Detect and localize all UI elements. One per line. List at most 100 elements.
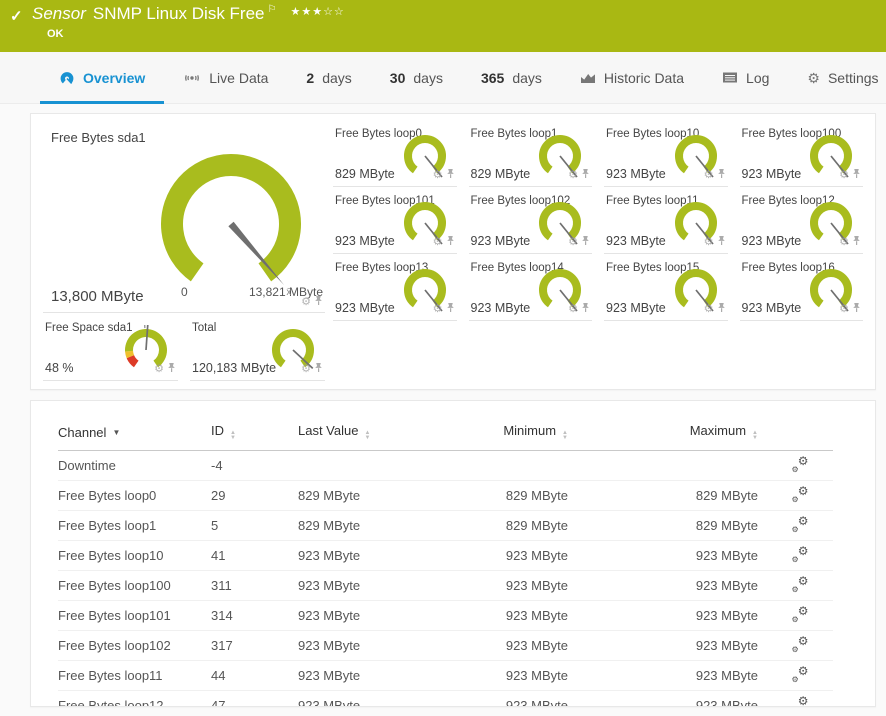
table-row: Downtime-4⚙⚙ [58, 451, 833, 481]
tab-overview[interactable]: Overview [40, 52, 164, 103]
cell-id: 47 [211, 691, 298, 708]
channel-gauge-cell[interactable]: Free Bytes loop1829 MByte⚙ [469, 122, 593, 187]
gauge-value: 923 MByte [471, 301, 531, 315]
gear-icon[interactable]: ⚙ [704, 237, 714, 248]
pin-icon[interactable] [852, 166, 861, 184]
channel-settings-gears-icon[interactable]: ⚙⚙ [793, 487, 809, 501]
gear-icon[interactable]: ⚙ [154, 364, 164, 375]
channel-settings-gears-icon[interactable]: ⚙⚙ [793, 697, 809, 707]
gear-icon[interactable]: ⚙ [839, 237, 849, 248]
cell-actions: ⚙⚙ [768, 691, 833, 708]
cell-max: 829 MByte [578, 511, 768, 541]
channel-settings-gears-icon[interactable]: ⚙⚙ [793, 517, 809, 531]
channel-settings-gears-icon[interactable]: ⚙⚙ [793, 457, 809, 471]
pin-icon[interactable] [717, 300, 726, 318]
channel-settings-gears-icon[interactable]: ⚙⚙ [793, 607, 809, 621]
table-row: Free Bytes loop100311923 MByte923 MByte9… [58, 571, 833, 601]
gear-icon[interactable]: ⚙ [839, 304, 849, 315]
gear-icon[interactable]: ⚙ [301, 364, 311, 375]
pin-icon[interactable] [581, 166, 590, 184]
tab-live-data[interactable]: Live Data [164, 52, 287, 103]
tab-label: Live Data [209, 70, 268, 86]
table-row: Free Bytes loop15829 MByte829 MByte829 M… [58, 511, 833, 541]
sort-desc-icon: ▼ [112, 428, 120, 437]
cell-max: 923 MByte [578, 601, 768, 631]
channel-gauge-cell[interactable]: Free Bytes loop0829 MByte⚙ [333, 122, 457, 187]
tab-historic-data[interactable]: Historic Data [561, 52, 703, 103]
channel-settings-gears-icon[interactable]: ⚙⚙ [793, 667, 809, 681]
gauge-value: 829 MByte [335, 167, 395, 181]
channel-gauge-cell[interactable]: Free Bytes loop14923 MByte⚙ [469, 256, 593, 321]
priority-stars[interactable]: ★★★☆☆ [290, 6, 344, 18]
gauge-value: 923 MByte [335, 234, 395, 248]
tab-log[interactable]: Log [703, 52, 788, 103]
cell-actions: ⚙ [568, 233, 590, 251]
channel-gauge-cell[interactable]: Free Bytes loop16923 MByte⚙ [740, 256, 864, 321]
pin-icon[interactable] [717, 166, 726, 184]
channel-gauge-cell[interactable]: Free Bytes loop12923 MByte⚙ [740, 189, 864, 254]
tab-365-days[interactable]: 365days [462, 52, 561, 103]
cell-actions: ⚙ [154, 360, 176, 378]
cell-actions: ⚙⚙ [768, 541, 833, 571]
page-title: SNMP Linux Disk Free [93, 4, 265, 23]
gauge-value: 923 MByte [335, 301, 395, 315]
cell-last: 923 MByte [298, 541, 428, 571]
channel-gauge-cell[interactable]: Free Bytes loop15923 MByte⚙ [604, 256, 728, 321]
pin-icon[interactable] [446, 166, 455, 184]
tab-settings[interactable]: ⚙Settings [788, 52, 886, 103]
channel-gauge-cell[interactable]: Free Bytes loop10923 MByte⚙ [604, 122, 728, 187]
column-header-id[interactable]: ID▲▼ [211, 417, 298, 451]
gear-icon[interactable]: ⚙ [839, 170, 849, 181]
channel-gauge-cell[interactable]: Free Bytes loop100923 MByte⚙ [740, 122, 864, 187]
channel-settings-gears-icon[interactable]: ⚙⚙ [793, 547, 809, 561]
pin-icon[interactable] [717, 233, 726, 251]
channel-settings-gears-icon[interactable]: ⚙⚙ [793, 637, 809, 651]
pin-icon[interactable] [167, 360, 176, 378]
pin-icon[interactable] [581, 300, 590, 318]
column-header-channel[interactable]: Channel▼ [58, 417, 211, 451]
tab-30-days[interactable]: 30days [371, 52, 462, 103]
cell-id: 29 [211, 481, 298, 511]
gear-icon[interactable]: ⚙ [568, 304, 578, 315]
gear-icon[interactable]: ⚙ [433, 170, 443, 181]
pin-icon[interactable] [446, 233, 455, 251]
secondary-gauge-row: Free Space sda148 %⚙Total120,183 MByte⚙ [43, 316, 325, 381]
channel-gauge-cell[interactable]: Free Bytes loop102923 MByte⚙ [469, 189, 593, 254]
gauge-value: 923 MByte [606, 234, 666, 248]
pin-icon[interactable] [852, 300, 861, 318]
sort-icons: ▲▼ [364, 431, 370, 441]
pin-icon[interactable] [446, 300, 455, 318]
main-gauge-dial: x̄ [139, 136, 319, 304]
pin-icon[interactable] [314, 360, 323, 378]
cell-actions: ⚙ [839, 233, 861, 251]
channels-table: Channel▼ID▲▼Last Value▲▼Minimum▲▼Maximum… [58, 417, 833, 707]
channel-gauge-cell[interactable]: Free Bytes loop11923 MByte⚙ [604, 189, 728, 254]
column-header-actions [768, 417, 833, 451]
channel-settings-gears-icon[interactable]: ⚙⚙ [793, 577, 809, 591]
tab-2-days[interactable]: 2days [287, 52, 370, 103]
column-header-last-value[interactable]: Last Value▲▼ [298, 417, 428, 451]
channel-gauge-cell[interactable]: Free Bytes loop13923 MByte⚙ [333, 256, 457, 321]
gear-icon[interactable]: ⚙ [433, 304, 443, 315]
pin-icon[interactable] [852, 233, 861, 251]
gear-icon[interactable]: ⚙ [568, 170, 578, 181]
priority-flag-icon[interactable]: ⚐ [268, 4, 277, 15]
status-check-icon: ✓ [10, 7, 23, 25]
gear-icon[interactable]: ⚙ [704, 170, 714, 181]
channel-gauge-cell[interactable]: Total120,183 MByte⚙ [190, 316, 325, 381]
main-gauge-cell[interactable]: Free Bytes sda1 13,800 MByte 0 13,821 MB… [43, 122, 325, 313]
column-header-minimum[interactable]: Minimum▲▼ [428, 417, 578, 451]
cell-actions: ⚙ [704, 233, 726, 251]
cell-last: 923 MByte [298, 691, 428, 708]
channel-gauge-cell[interactable]: Free Bytes loop101923 MByte⚙ [333, 189, 457, 254]
gear-icon[interactable]: ⚙ [433, 237, 443, 248]
cell-id: 5 [211, 511, 298, 541]
column-header-maximum[interactable]: Maximum▲▼ [578, 417, 768, 451]
gear-icon[interactable]: ⚙ [568, 237, 578, 248]
pin-icon[interactable] [581, 233, 590, 251]
gear-icon[interactable]: ⚙ [704, 304, 714, 315]
cell-max: 829 MByte [578, 481, 768, 511]
channel-gauge-cell[interactable]: Free Space sda148 %⚙ [43, 316, 178, 381]
status-badge: OK [47, 28, 64, 40]
primary-gauge-column: Free Bytes sda1 13,800 MByte 0 13,821 MB… [43, 122, 325, 381]
